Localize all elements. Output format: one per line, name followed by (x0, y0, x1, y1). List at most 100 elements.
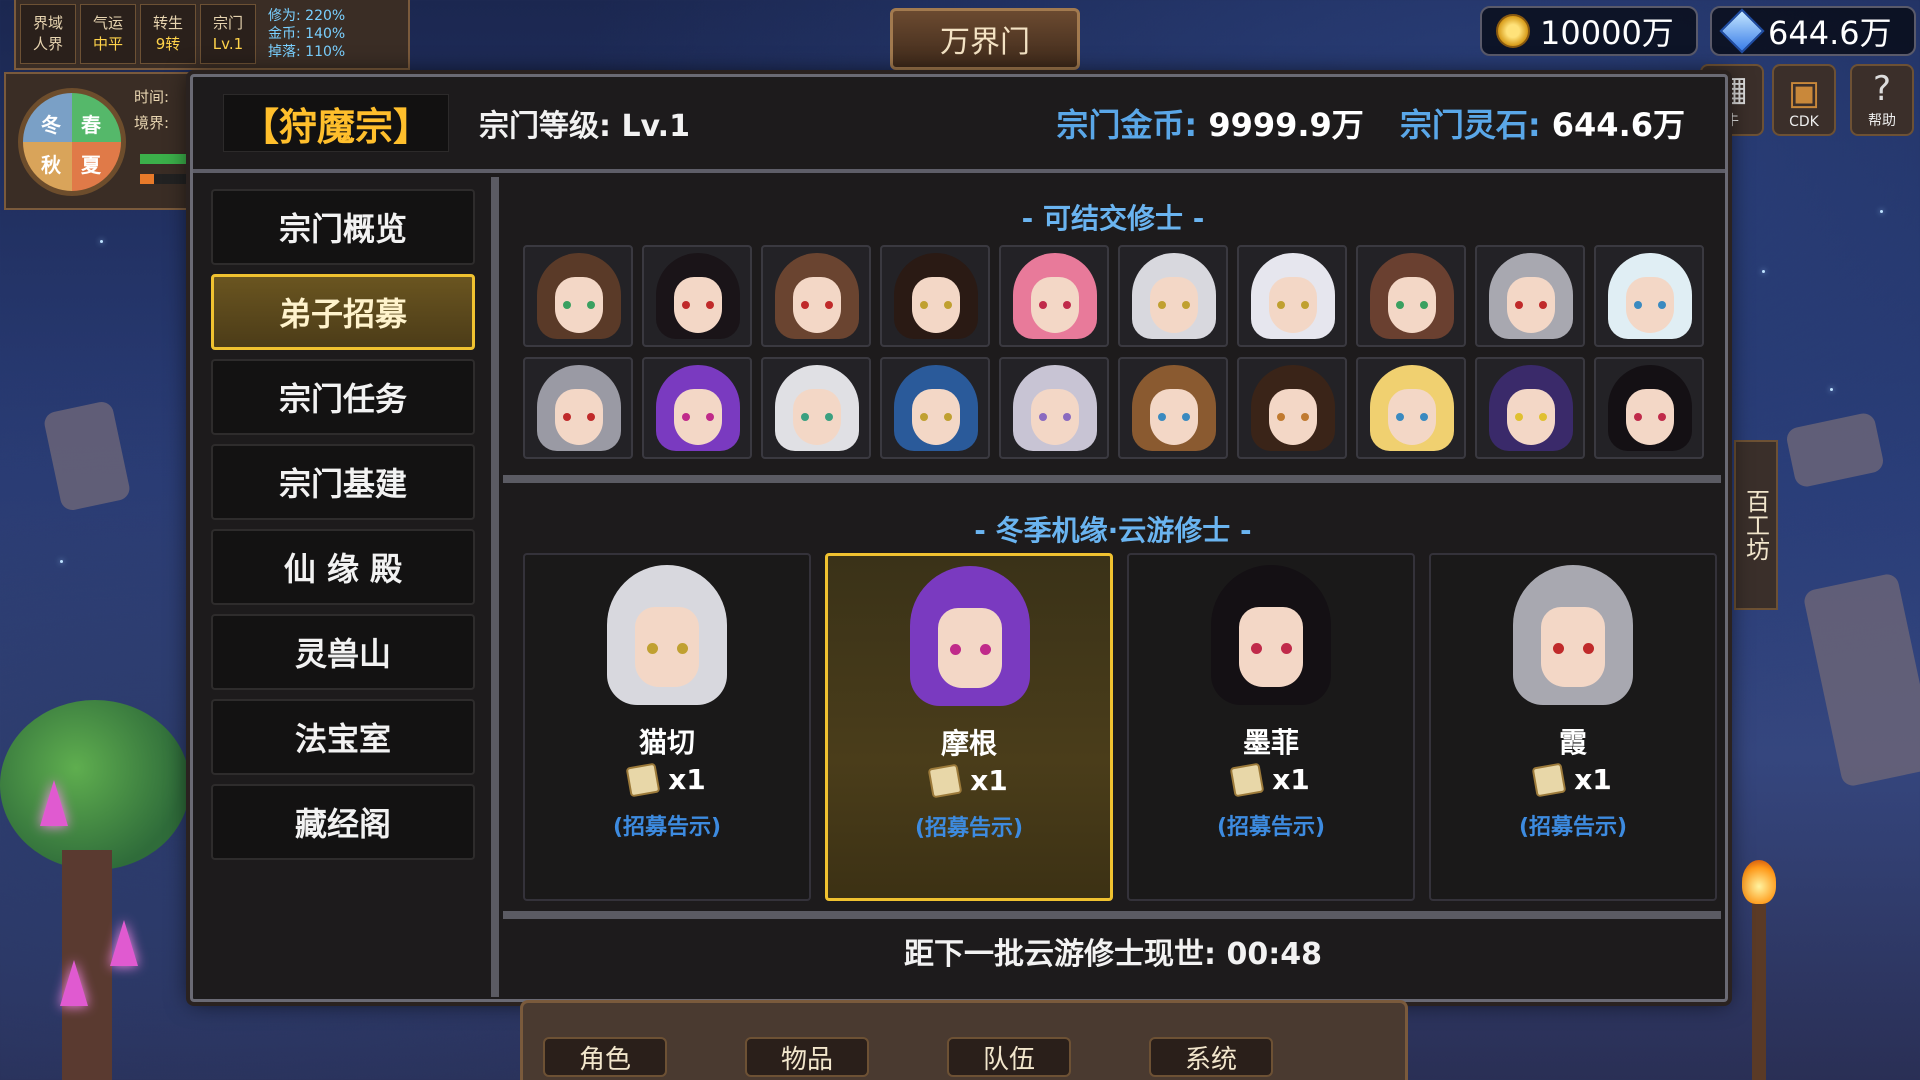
quantity-value: x1 (1574, 763, 1612, 796)
cultivator-portrait[interactable] (1118, 245, 1228, 347)
cultivator-portrait[interactable] (1356, 357, 1466, 459)
season-summer: 夏 (81, 153, 101, 177)
portrait-eye (706, 301, 714, 309)
cultivator-portrait[interactable] (880, 357, 990, 459)
cultivator-portrait[interactable] (523, 245, 633, 347)
portrait-eye (1251, 643, 1262, 654)
sidebar-item-library[interactable]: 藏经阁 (211, 784, 475, 860)
sidebar-item-recruit[interactable]: 弟子招募 (211, 274, 475, 350)
wanderer-cards: 猫切 x1 (招募告示) 摩根 x1 (招募告示) 墨菲 x1 (招募告示) 霞… (523, 553, 1717, 901)
hp-bar (140, 174, 190, 184)
portrait-eye (1063, 413, 1071, 421)
help-button[interactable]: ? 帮助 (1850, 64, 1914, 136)
sidebar-item-construction[interactable]: 宗门基建 (211, 444, 475, 520)
floating-rock (1784, 411, 1886, 489)
cultivator-portrait[interactable] (1237, 245, 1347, 347)
status-sect[interactable]: 宗门 Lv.1 (200, 4, 256, 64)
nav-system-button[interactable]: 系统 (1149, 1037, 1273, 1077)
portrait-eye (980, 644, 991, 655)
portrait-eye (944, 413, 952, 421)
cdk-label: CDK (1789, 114, 1819, 130)
panel-header: 【狩魔宗】 宗门等级: Lv.1 宗门金币: 9999.9万 宗门灵石: 644… (193, 77, 1725, 173)
cultivator-portrait[interactable] (1475, 357, 1585, 459)
wanderer-card[interactable]: 猫切 x1 (招募告示) (523, 553, 811, 901)
portrait-eye (1281, 643, 1292, 654)
status-rebirth[interactable]: 转生 9转 (140, 4, 196, 64)
cultivator-portrait[interactable] (761, 357, 871, 459)
wanderer-card[interactable]: 墨菲 x1 (招募告示) (1127, 553, 1415, 901)
sidebar-item-beast-mountain[interactable]: 灵兽山 (211, 614, 475, 690)
workshop-banner[interactable]: 百工坊 (1734, 440, 1778, 610)
time-label: 时间: (134, 88, 170, 106)
cultivator-portrait[interactable] (642, 245, 752, 347)
torch-flame (1742, 860, 1776, 904)
torch (1752, 880, 1766, 1080)
crystal (60, 960, 88, 1006)
portrait-eye (1039, 301, 1047, 309)
recruit-notice-link[interactable]: (招募告示) (828, 810, 1110, 842)
wanderer-card[interactable]: 霞 x1 (招募告示) (1429, 553, 1717, 901)
cultivator-portrait[interactable] (1237, 357, 1347, 459)
portrait-eye (1063, 301, 1071, 309)
exp-bar (140, 154, 190, 164)
cultivator-portrait[interactable] (880, 245, 990, 347)
portrait-eye (920, 301, 928, 309)
gem-amount: 644.6万 (1768, 14, 1892, 52)
nav-character-button[interactable]: 角色 (543, 1037, 667, 1077)
recruit-notice-link[interactable]: (招募告示) (1129, 809, 1413, 841)
befriendable-title: - 可结交修士 - (1021, 202, 1205, 235)
portrait-eye (1182, 413, 1190, 421)
wanderer-name: 霞 (1558, 726, 1587, 759)
portrait-eye (944, 301, 952, 309)
status-luck[interactable]: 气运 中平 (80, 4, 136, 64)
cultivator-portrait[interactable] (761, 245, 871, 347)
sidebar-item-missions[interactable]: 宗门任务 (211, 359, 475, 435)
befriendable-grid (523, 245, 1713, 459)
cultivator-portrait[interactable] (1594, 245, 1704, 347)
status-value: 中平 (92, 35, 123, 53)
realm-label: 境界: (134, 114, 170, 133)
recruit-notice-link[interactable]: (招募告示) (525, 809, 809, 841)
portrait-eye (677, 643, 688, 654)
cultivator-portrait[interactable] (1475, 245, 1585, 347)
wanderer-quantity: x1 (828, 763, 1110, 798)
gem-display[interactable]: 644.6万 (1710, 6, 1916, 56)
portrait-eye (1158, 413, 1166, 421)
game-title: 万界门 (890, 8, 1080, 70)
portrait-eye (1277, 413, 1285, 421)
portrait-eye (563, 413, 571, 421)
nav-items-button[interactable]: 物品 (745, 1037, 869, 1077)
status-value: Lv.1 (212, 35, 244, 53)
sidebar-item-overview[interactable]: 宗门概览 (211, 189, 475, 265)
season-spring: 春 (81, 113, 101, 137)
portrait-eye (587, 413, 595, 421)
cultivator-portrait[interactable] (1356, 245, 1466, 347)
cultivator-portrait[interactable] (523, 357, 633, 459)
cultivator-portrait[interactable] (642, 357, 752, 459)
status-label: 宗门 (212, 14, 243, 32)
portrait-face (938, 608, 1002, 688)
treasure-chest-icon: ▣ (1787, 73, 1821, 113)
wanderer-name: 摩根 (940, 727, 997, 760)
wanderer-name: 墨菲 (1242, 726, 1299, 759)
coin-display[interactable]: 10000万 (1480, 6, 1698, 56)
cultivator-portrait[interactable] (999, 357, 1109, 459)
wanderer-card[interactable]: 摩根 x1 (招募告示) (825, 553, 1113, 901)
recruit-notice-link[interactable]: (招募告示) (1431, 809, 1715, 841)
tree (0, 700, 190, 870)
portrait-eye (563, 301, 571, 309)
sidebar-item-treasure-room[interactable]: 法宝室 (211, 699, 475, 775)
cdk-button[interactable]: ▣ CDK (1772, 64, 1836, 136)
sidebar-item-fate-hall[interactable]: 仙 缘 殿 (211, 529, 475, 605)
season-wheel-icon[interactable]: 冬 春 秋 夏 (18, 88, 126, 196)
nav-team-button[interactable]: 队伍 (947, 1037, 1071, 1077)
help-icon: ? (1872, 69, 1892, 109)
cultivator-portrait[interactable] (1118, 357, 1228, 459)
horizontal-divider (503, 911, 1721, 919)
portrait-eye (1553, 643, 1564, 654)
status-realm[interactable]: 界域 人界 (20, 4, 76, 64)
cultivator-portrait[interactable] (1594, 357, 1704, 459)
status-label: 气运 (92, 14, 123, 32)
recruit-scroll-icon (625, 762, 661, 797)
cultivator-portrait[interactable] (999, 245, 1109, 347)
